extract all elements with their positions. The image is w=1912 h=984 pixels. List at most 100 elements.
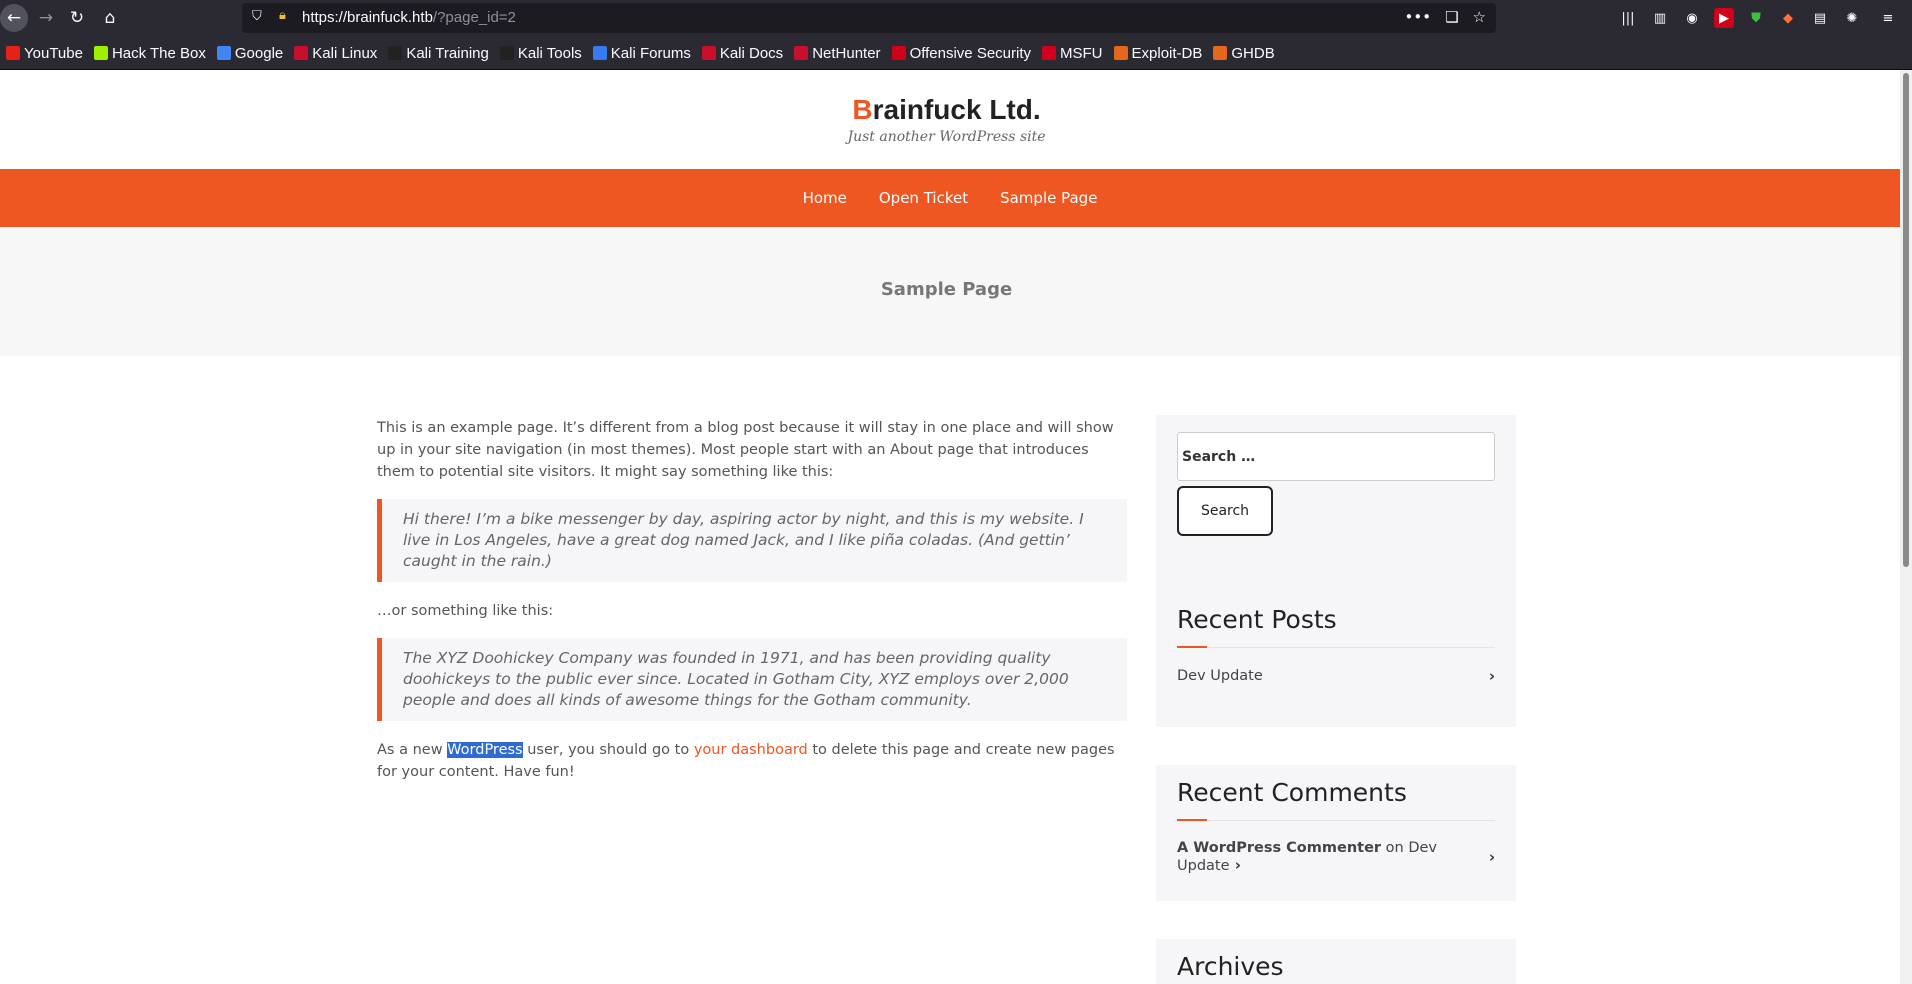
bookmark-hack-the-box[interactable]: Hack The Box bbox=[93, 44, 206, 62]
site-title[interactable]: Brainfuck Ltd. bbox=[0, 94, 1893, 126]
blockquote-doohickey: The XYZ Doohickey Company was founded in… bbox=[377, 638, 1127, 721]
recent-comments-title: Recent Comments bbox=[1177, 778, 1407, 807]
search-input[interactable] bbox=[1177, 432, 1495, 481]
chevron-right-icon: › bbox=[1488, 667, 1495, 685]
bookmark-favicon-icon bbox=[1213, 46, 1228, 60]
bookmark-kali-tools[interactable]: Kali Tools bbox=[499, 44, 582, 62]
archives-title: Archives bbox=[1177, 952, 1284, 981]
bookmark-youtube[interactable]: YouTube bbox=[6, 45, 83, 62]
bookmark-nethunter[interactable]: NetHunter bbox=[794, 44, 881, 62]
bookmark-favicon-icon bbox=[1113, 46, 1128, 60]
menu-icon[interactable]: ≡ bbox=[1878, 8, 1898, 28]
forward-arrow-icon[interactable]: → bbox=[32, 4, 60, 32]
site-header: Brainfuck Ltd. Just another WordPress si… bbox=[0, 70, 1900, 169]
bookmark-favicon-icon bbox=[6, 46, 20, 60]
bookmark-favicon-icon bbox=[216, 46, 231, 60]
bookmark-label: Kali Linux bbox=[312, 44, 378, 62]
nav-sample-page[interactable]: Sample Page bbox=[1000, 189, 1097, 207]
bookmark-label: Kali Training bbox=[406, 44, 489, 62]
bookmark-kali-docs[interactable]: Kali Docs bbox=[701, 44, 784, 62]
page-content: This is an example page. It’s different … bbox=[377, 417, 1127, 799]
blockquote-bike-messenger: Hi there! I’m a bike messenger by day, a… bbox=[377, 499, 1127, 582]
bookmark-google[interactable]: Google bbox=[216, 44, 284, 62]
browser-toolbar: ← → ↻ ⌂ ⛉ 🔒︎ https://brainfuck.htb/?page… bbox=[0, 0, 1912, 37]
recent-comments-widget: Recent Comments A WordPress Commenter on… bbox=[1156, 765, 1516, 901]
url-host: https://brainfuck.htb bbox=[302, 9, 433, 26]
bookmark-label: NetHunter bbox=[812, 44, 881, 62]
bookmark-label: Exploit-DB bbox=[1131, 44, 1203, 62]
closing-text-b: user, you should go to bbox=[522, 742, 694, 758]
page-title-band: Sample Page bbox=[0, 227, 1900, 356]
page-actions-icon[interactable]: ••• bbox=[1405, 8, 1432, 26]
archives-widget: Archives bbox=[1156, 939, 1516, 984]
recent-post-item[interactable]: Dev Update › bbox=[1177, 667, 1495, 685]
bookmark-label: Offensive Security bbox=[909, 44, 1032, 62]
bookmark-label: Kali Docs bbox=[719, 44, 784, 62]
main-navigation: Home Open Ticket Sample Page bbox=[0, 169, 1900, 227]
recent-post-link[interactable]: Dev Update bbox=[1177, 668, 1263, 684]
bookmark-kali-training[interactable]: Kali Training bbox=[388, 45, 489, 62]
site-title-rest: rainfuck Ltd. bbox=[872, 94, 1041, 125]
bookmark-favicon-icon bbox=[1042, 46, 1057, 60]
bookmarks-toolbar: YouTube Hack The Box Google Kali Linux Kali … bbox=[0, 37, 1912, 70]
scrollbar-thumb[interactable] bbox=[1903, 73, 1909, 567]
recent-posts-title: Recent Posts bbox=[1177, 605, 1337, 634]
search-button[interactable]: Search bbox=[1177, 486, 1273, 536]
widget-divider bbox=[1177, 807, 1495, 821]
sidebar-icon[interactable]: ▥ bbox=[1650, 8, 1670, 28]
page-scrollbar[interactable] bbox=[1900, 70, 1912, 984]
bookmark-favicon-icon bbox=[388, 46, 403, 60]
reload-icon[interactable]: ↻ bbox=[63, 4, 91, 32]
nav-home[interactable]: Home bbox=[803, 189, 847, 207]
url-text[interactable]: https://brainfuck.htb/?page_id=2 bbox=[302, 9, 516, 26]
bookmark-msfu[interactable]: MSFU bbox=[1042, 45, 1103, 62]
bookmark-kali-linux[interactable]: Kali Linux bbox=[294, 45, 377, 62]
chevron-right-icon: › bbox=[1488, 848, 1495, 866]
bookmark-label: GHDB bbox=[1231, 44, 1275, 62]
bookmark-label: Hack The Box bbox=[111, 44, 206, 62]
extension-cookie-icon[interactable]: ✺ bbox=[1842, 8, 1862, 28]
home-icon[interactable]: ⌂ bbox=[96, 4, 124, 32]
page-title: Sample Page bbox=[880, 279, 1013, 300]
library-icon[interactable]: ||| bbox=[1618, 8, 1638, 28]
dashboard-link[interactable]: your dashboard bbox=[694, 742, 808, 758]
recent-posts-widget: Recent Posts Dev Update › bbox=[1156, 592, 1516, 727]
bookmark-label: MSFU bbox=[1060, 44, 1103, 62]
comment-author-link[interactable]: A WordPress Commenter bbox=[1177, 840, 1381, 856]
comment-on-text: on bbox=[1381, 840, 1409, 856]
bookmark-exploit-db[interactable]: Exploit-DB bbox=[1113, 44, 1203, 62]
bookmark-label: Google bbox=[234, 44, 284, 62]
bookmark-favicon-icon bbox=[794, 46, 809, 60]
bookmark-label: YouTube bbox=[24, 44, 83, 62]
extension-container-icon[interactable]: ▤ bbox=[1810, 8, 1830, 28]
chevron-right-icon: › bbox=[1229, 856, 1241, 874]
extension-red-icon[interactable]: ▶ bbox=[1714, 8, 1734, 28]
bookmark-ghdb[interactable]: GHDB bbox=[1213, 44, 1275, 62]
closing-text-a: As a new bbox=[377, 742, 448, 758]
recent-comment-item: A WordPress Commenter on Dev Update › › bbox=[1177, 840, 1495, 874]
web-page: Brainfuck Ltd. Just another WordPress si… bbox=[0, 70, 1900, 984]
bookmark-favicon-icon bbox=[891, 46, 906, 60]
search-widget: Search bbox=[1156, 415, 1516, 621]
bookmark-favicon-icon bbox=[294, 46, 309, 60]
bookmark-star-icon[interactable]: ☆ bbox=[1473, 8, 1486, 26]
address-bar[interactable]: ⛉ 🔒︎ https://brainfuck.htb/?page_id=2 ••… bbox=[242, 3, 1496, 33]
bookmark-favicon-icon bbox=[701, 46, 716, 60]
extension-shield-icon[interactable]: ⛊ bbox=[1746, 8, 1766, 28]
bookmark-offensive-security[interactable]: Offensive Security bbox=[891, 44, 1032, 62]
bookmark-label: Kali Tools bbox=[517, 44, 582, 62]
bookmark-kali-forums[interactable]: Kali Forums bbox=[592, 45, 691, 62]
bookmark-favicon-icon bbox=[592, 46, 607, 60]
account-icon[interactable]: ◉ bbox=[1682, 8, 1702, 28]
bookmark-favicon-icon bbox=[93, 46, 108, 60]
site-title-first-letter: B bbox=[852, 94, 873, 125]
nav-open-ticket[interactable]: Open Ticket bbox=[879, 189, 968, 207]
insecure-lock-icon[interactable]: 🔒︎ bbox=[279, 8, 295, 26]
closing-paragraph: As a new WordPress user, you should go t… bbox=[377, 739, 1127, 783]
pocket-icon[interactable]: ❏ bbox=[1445, 8, 1458, 26]
back-arrow-icon[interactable]: ← bbox=[0, 4, 28, 32]
intro-paragraph: This is an example page. It’s different … bbox=[377, 420, 1114, 480]
tracking-shield-icon[interactable]: ⛉ bbox=[252, 9, 268, 27]
site-tagline: Just another WordPress site bbox=[847, 129, 1046, 145]
extension-fox-icon[interactable]: ◆ bbox=[1778, 8, 1798, 28]
